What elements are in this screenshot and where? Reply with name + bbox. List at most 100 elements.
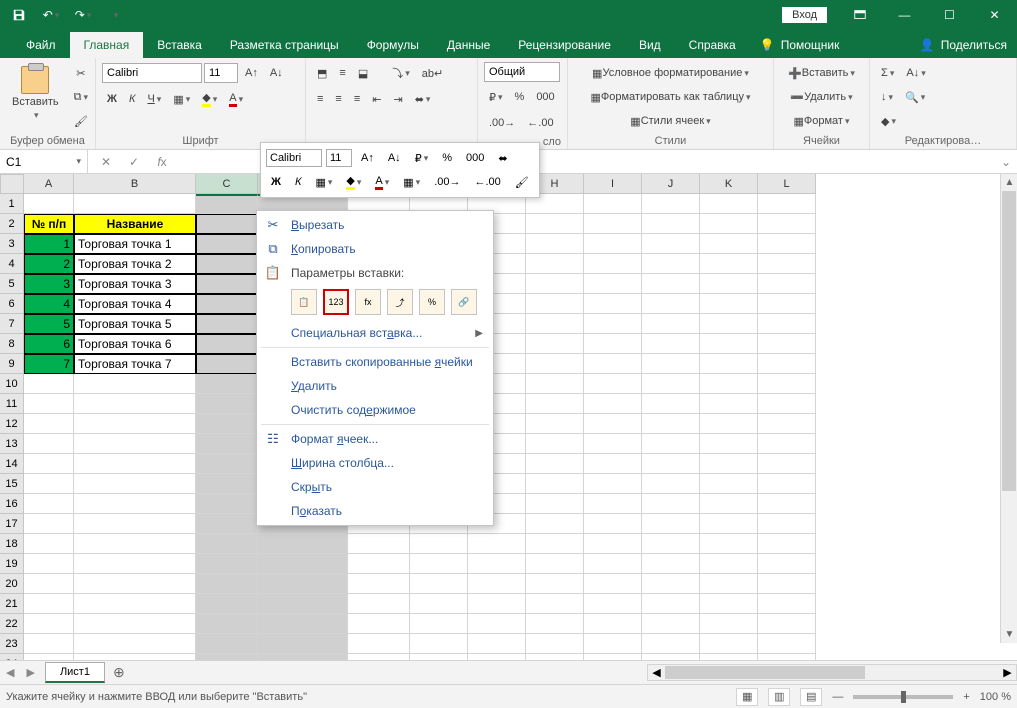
cell[interactable]: [196, 474, 258, 494]
col-header-K[interactable]: K: [700, 174, 758, 194]
cell[interactable]: [410, 614, 468, 634]
row-header-11[interactable]: 11: [0, 394, 24, 414]
tab-view[interactable]: Вид: [625, 32, 675, 58]
qat-customize[interactable]: ▾: [102, 2, 128, 28]
mini-increase-font[interactable]: A↑: [356, 147, 379, 169]
cell[interactable]: [410, 594, 468, 614]
cell[interactable]: [584, 654, 642, 660]
underline-button[interactable]: Ч▾: [142, 88, 166, 110]
cell[interactable]: [196, 274, 258, 294]
ctx-cut[interactable]: ✂Вырезать: [257, 213, 493, 237]
tab-formulas[interactable]: Формулы: [353, 32, 433, 58]
insert-cells-button[interactable]: ➕ Вставить▾: [780, 62, 863, 84]
cell[interactable]: [700, 414, 758, 434]
row-header-21[interactable]: 21: [0, 594, 24, 614]
cell[interactable]: [468, 554, 526, 574]
paste-all-button[interactable]: 📋: [291, 289, 317, 315]
cell[interactable]: [584, 294, 642, 314]
row-header-17[interactable]: 17: [0, 514, 24, 534]
row-header-1[interactable]: 1: [0, 194, 24, 214]
cell[interactable]: [74, 594, 196, 614]
cell[interactable]: [24, 634, 74, 654]
cell[interactable]: [584, 414, 642, 434]
cell[interactable]: [642, 434, 700, 454]
cell[interactable]: [758, 534, 816, 554]
format-cells-button[interactable]: ▦ Формат▾: [780, 110, 863, 132]
paste-link-button[interactable]: 🔗: [451, 289, 477, 315]
cell[interactable]: [526, 654, 584, 660]
cell[interactable]: 1: [24, 234, 74, 254]
cell[interactable]: [758, 314, 816, 334]
row-header-24[interactable]: 24: [0, 654, 24, 660]
cell[interactable]: № п/п: [24, 214, 74, 234]
cell[interactable]: [526, 554, 584, 574]
cell[interactable]: [468, 634, 526, 654]
cell[interactable]: [758, 274, 816, 294]
cell[interactable]: [758, 654, 816, 660]
cell[interactable]: [526, 414, 584, 434]
cell[interactable]: [526, 534, 584, 554]
cell[interactable]: [526, 614, 584, 634]
col-header-I[interactable]: I: [584, 174, 642, 194]
cell[interactable]: [642, 414, 700, 434]
cell[interactable]: [24, 494, 74, 514]
cell[interactable]: [410, 654, 468, 660]
align-middle-button[interactable]: ≡: [334, 62, 350, 84]
cell[interactable]: [642, 354, 700, 374]
cell[interactable]: [74, 494, 196, 514]
mini-italic[interactable]: К: [290, 171, 306, 193]
align-left-button[interactable]: ≡: [312, 88, 328, 110]
tab-review[interactable]: Рецензирование: [504, 32, 625, 58]
enter-formula-button[interactable]: ✓: [124, 155, 144, 169]
paste-transpose-button[interactable]: ⤴: [387, 289, 413, 315]
mini-format-painter[interactable]: 🖌: [510, 171, 534, 193]
cell[interactable]: [526, 574, 584, 594]
cell[interactable]: [196, 194, 258, 214]
cell[interactable]: [74, 394, 196, 414]
cell[interactable]: [74, 434, 196, 454]
find-select-button[interactable]: 🔍▾: [900, 86, 930, 108]
cell[interactable]: [700, 554, 758, 574]
tab-page-layout[interactable]: Разметка страницы: [216, 32, 353, 58]
cell[interactable]: [642, 474, 700, 494]
cell[interactable]: [584, 474, 642, 494]
cell[interactable]: [642, 314, 700, 334]
minimize-button[interactable]: —: [882, 0, 927, 30]
scroll-down-button[interactable]: ▼: [1001, 626, 1017, 643]
redo-button[interactable]: ↷▾: [70, 2, 96, 28]
cell[interactable]: [74, 574, 196, 594]
cell[interactable]: [410, 554, 468, 574]
cell[interactable]: [258, 614, 348, 634]
row-header-4[interactable]: 4: [0, 254, 24, 274]
cell[interactable]: [348, 534, 410, 554]
cell[interactable]: [196, 434, 258, 454]
cell[interactable]: [758, 594, 816, 614]
cell[interactable]: [642, 214, 700, 234]
cell[interactable]: [526, 274, 584, 294]
cell[interactable]: [758, 374, 816, 394]
mini-font-color[interactable]: A▾: [370, 171, 394, 193]
cell[interactable]: [700, 354, 758, 374]
cell[interactable]: [584, 274, 642, 294]
cell[interactable]: [758, 394, 816, 414]
cell[interactable]: [584, 394, 642, 414]
delete-cells-button[interactable]: ➖ Удалить▾: [780, 86, 863, 108]
cell[interactable]: [196, 594, 258, 614]
cell[interactable]: [700, 234, 758, 254]
cell[interactable]: [584, 234, 642, 254]
cell[interactable]: [196, 374, 258, 394]
cell[interactable]: [24, 374, 74, 394]
increase-indent-button[interactable]: ⇥: [388, 88, 407, 110]
cell[interactable]: [196, 514, 258, 534]
row-header-7[interactable]: 7: [0, 314, 24, 334]
cell[interactable]: Торговая точка 2: [74, 254, 196, 274]
cell[interactable]: [74, 634, 196, 654]
login-button[interactable]: Вход: [782, 7, 827, 23]
cell[interactable]: [348, 574, 410, 594]
cell[interactable]: [24, 534, 74, 554]
zoom-in-button[interactable]: +: [963, 691, 969, 703]
increase-decimal-button[interactable]: .00→: [484, 112, 520, 134]
cell[interactable]: [74, 514, 196, 534]
cell[interactable]: [642, 554, 700, 574]
row-header-19[interactable]: 19: [0, 554, 24, 574]
